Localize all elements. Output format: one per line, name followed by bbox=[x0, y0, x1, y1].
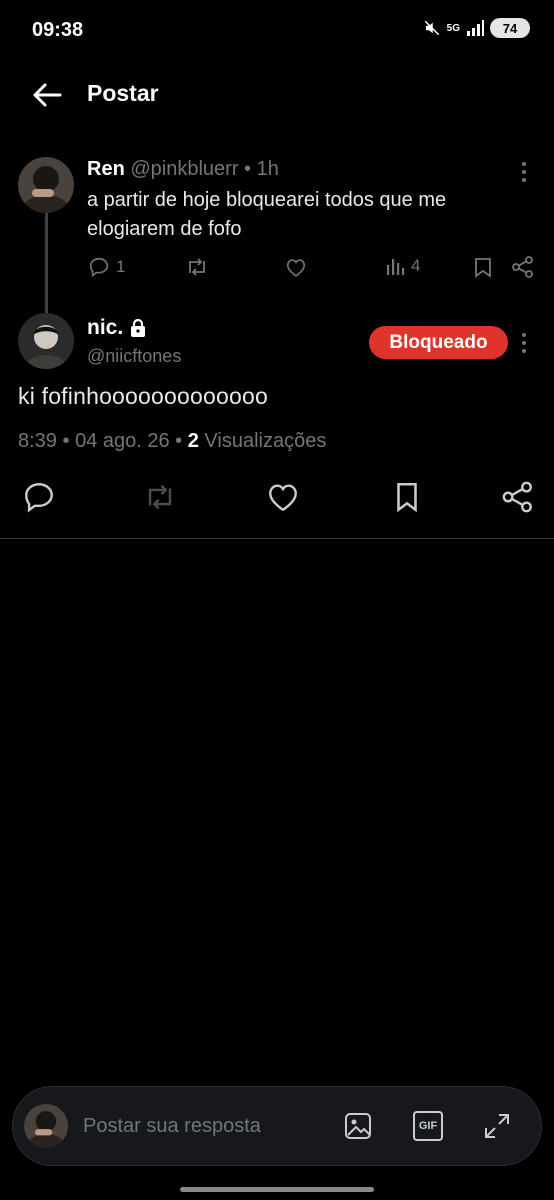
network-type-label: 5G bbox=[446, 22, 460, 34]
signal-icon bbox=[467, 20, 484, 36]
lock-icon bbox=[131, 319, 146, 337]
post-age: 1h bbox=[256, 158, 279, 180]
divider bbox=[0, 538, 554, 539]
author-handle[interactable]: @niicftones bbox=[87, 346, 181, 367]
separator-dot: • bbox=[244, 158, 252, 180]
bookmark-icon[interactable] bbox=[390, 480, 424, 514]
image-icon[interactable] bbox=[343, 1111, 373, 1141]
blocked-button[interactable]: Bloqueado bbox=[369, 326, 508, 359]
battery-indicator: 74 bbox=[490, 18, 530, 38]
post-header: Ren @pinkbluerr • 1h bbox=[87, 158, 279, 181]
author-name[interactable]: nic. bbox=[87, 316, 123, 340]
page-title: Postar bbox=[87, 80, 159, 106]
repost-icon[interactable] bbox=[143, 480, 177, 514]
status-icons: 5G 74 bbox=[423, 18, 530, 38]
post-text: a partir de hoje bloquearei todos que me… bbox=[87, 189, 447, 240]
back-arrow-icon[interactable] bbox=[30, 80, 64, 110]
top-bar: Postar bbox=[0, 60, 554, 130]
bookmark-icon[interactable] bbox=[474, 257, 492, 278]
more-options-icon[interactable] bbox=[521, 331, 527, 355]
status-bar: 09:38 5G 74 bbox=[0, 0, 554, 60]
reply-input[interactable]: Postar sua resposta bbox=[83, 1115, 261, 1138]
reply-composer[interactable]: Postar sua resposta GIF bbox=[12, 1086, 542, 1166]
like-icon[interactable] bbox=[285, 257, 307, 278]
gif-label: GIF bbox=[418, 1120, 438, 1132]
reply-icon[interactable] bbox=[22, 480, 56, 514]
avatar[interactable] bbox=[18, 313, 74, 369]
gif-icon[interactable]: GIF bbox=[413, 1111, 443, 1141]
status-time: 09:38 bbox=[32, 19, 84, 41]
views-count: 4 bbox=[411, 256, 421, 275]
reply-action[interactable]: 1 bbox=[88, 256, 125, 278]
battery-level: 74 bbox=[502, 20, 518, 36]
views-action[interactable]: 4 bbox=[385, 256, 420, 276]
post-text: ki fofinhooooooooooooo bbox=[18, 383, 268, 409]
avatar bbox=[24, 1104, 68, 1148]
views-icon bbox=[387, 259, 405, 275]
post-time: 8:39 bbox=[18, 430, 57, 452]
thread-line bbox=[45, 213, 48, 313]
share-icon[interactable] bbox=[512, 256, 534, 278]
more-options-icon[interactable] bbox=[521, 160, 527, 184]
expand-icon[interactable] bbox=[482, 1111, 512, 1141]
reply-count: 1 bbox=[116, 257, 126, 276]
post-meta: 8:39 • 04 ago. 26 • 2 Visualizações bbox=[18, 430, 327, 452]
views-label[interactable]: Visualizações bbox=[204, 430, 326, 452]
mute-icon bbox=[424, 20, 439, 36]
home-indicator[interactable] bbox=[180, 1187, 374, 1192]
author-name[interactable]: Ren bbox=[87, 158, 125, 180]
post-header: nic. bbox=[87, 316, 146, 340]
views-count[interactable]: 2 bbox=[188, 430, 199, 452]
share-icon[interactable] bbox=[501, 480, 535, 514]
like-icon[interactable] bbox=[266, 480, 300, 514]
repost-icon[interactable] bbox=[185, 256, 209, 278]
post-date: 04 ago. 26 bbox=[75, 430, 170, 452]
reply-icon bbox=[89, 257, 109, 278]
author-handle[interactable]: @pinkbluerr bbox=[130, 158, 238, 180]
avatar[interactable] bbox=[18, 157, 74, 213]
